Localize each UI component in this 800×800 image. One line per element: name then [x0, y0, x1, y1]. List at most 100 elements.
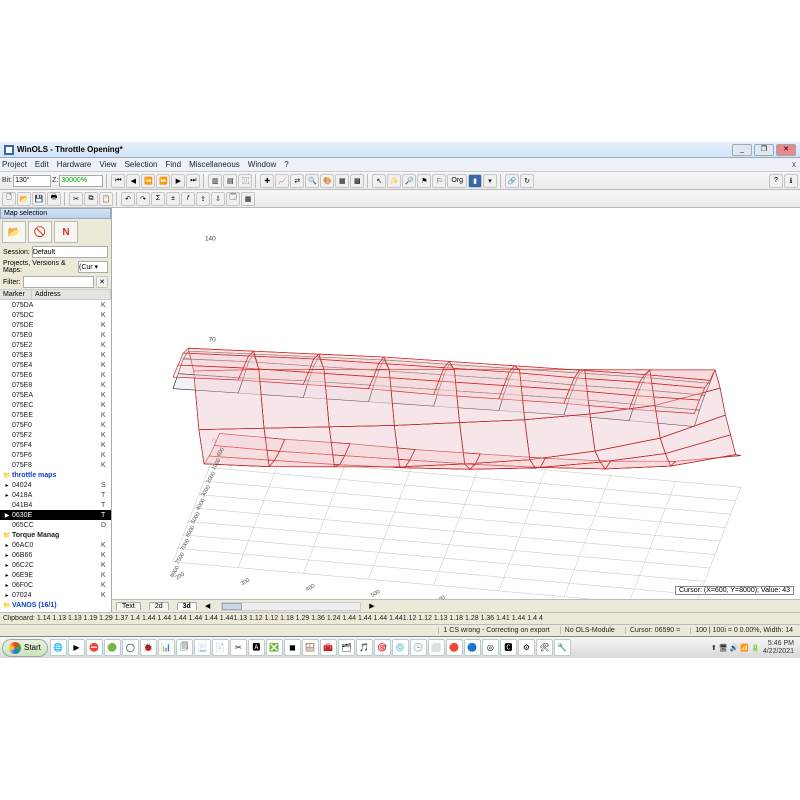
tree-item[interactable]: 075F8K [0, 460, 111, 470]
tree-item[interactable]: 075E0K [0, 330, 111, 340]
tree-item[interactable]: 075F0K [0, 420, 111, 430]
taskbar-app-icon[interactable]: ◯ [122, 639, 139, 656]
taskbar-app-icon[interactable]: 🌐 [50, 639, 67, 656]
tree-item[interactable]: 075F2K [0, 430, 111, 440]
taskbar-app-icon[interactable]: 📄 [212, 639, 229, 656]
taskbar-app-icon[interactable]: 🔧 [554, 639, 571, 656]
tree-item[interactable]: 075E2K [0, 340, 111, 350]
taskbar-app-icon[interactable]: 📃 [194, 639, 211, 656]
window-icon[interactable]: 🗔 [226, 192, 240, 206]
taskbar-app-icon[interactable]: 🟢 [104, 639, 121, 656]
diff-icon[interactable]: ± [166, 192, 180, 206]
menu-hardware[interactable]: Hardware [57, 160, 92, 169]
tile-icon[interactable]: ▦ [241, 192, 255, 206]
chart-3d[interactable]: 1407006001000200030004000500060007000750… [112, 208, 800, 599]
taskbar-app-icon[interactable]: ◼ [284, 639, 301, 656]
taskbar-app-icon[interactable]: 🎯 [374, 639, 391, 656]
tree-item[interactable]: 065CCD [0, 520, 111, 530]
session-field[interactable] [32, 246, 108, 258]
paste-icon[interactable]: 📋 [99, 192, 113, 206]
graph-icon[interactable]: 📈 [275, 174, 289, 188]
taskbar-app-icon[interactable]: ⛔ [86, 639, 103, 656]
taskbar-app-icon[interactable]: 🗐 [176, 639, 193, 656]
view-stack-icon[interactable]: ▤ [223, 174, 237, 188]
checksum-icon[interactable]: Σ [151, 192, 165, 206]
taskbar-app-icon[interactable]: 🅲 [500, 639, 517, 656]
menu-selection[interactable]: Selection [125, 160, 158, 169]
cut-icon[interactable]: ✂ [69, 192, 83, 206]
new-map-icon[interactable]: N [54, 221, 78, 243]
ban-icon[interactable]: 🚫 [28, 221, 52, 243]
tree-item[interactable]: 041B4T [0, 500, 111, 510]
taskbar-app-icon[interactable]: 💿 [392, 639, 409, 656]
col-marker[interactable]: Marker [0, 290, 32, 299]
tab-3d[interactable]: 3d [177, 602, 197, 610]
taskbar-app-icon[interactable]: 🔴 [446, 639, 463, 656]
tree-item[interactable]: ▸07024K [0, 590, 111, 600]
menu-view[interactable]: View [99, 160, 116, 169]
tree-item[interactable]: 075DAK [0, 300, 111, 310]
menu-find[interactable]: Find [166, 160, 182, 169]
menu-project[interactable]: Project [2, 160, 27, 169]
taskbar-app-icon[interactable]: ⚙ [518, 639, 535, 656]
flag-a-icon[interactable]: ⚑ [417, 174, 431, 188]
refresh-icon[interactable]: ↻ [520, 174, 534, 188]
save-icon[interactable]: 💾 [32, 192, 46, 206]
marker-icon[interactable]: ✚ [260, 174, 274, 188]
tray-icon[interactable]: 📶 [740, 644, 749, 652]
tree-item[interactable]: 075EAK [0, 390, 111, 400]
tree-item[interactable]: ▸06B66K [0, 550, 111, 560]
grid-icon[interactable]: ▩ [350, 174, 364, 188]
tray-icon[interactable]: 🖥 [719, 644, 728, 652]
zoom-in-icon[interactable]: 🔍 [305, 174, 319, 188]
tree-item[interactable]: ▸06F0CK [0, 580, 111, 590]
flag-b-icon[interactable]: ⚐ [432, 174, 446, 188]
map-tree[interactable]: 075DAK075DCK075DEK075E0K075E2K075E3K075E… [0, 300, 111, 612]
export-icon[interactable]: ⇪ [196, 192, 210, 206]
open-icon[interactable]: 📂 [17, 192, 31, 206]
nav-forward-icon[interactable]: ⏩ [156, 174, 170, 188]
tab-text[interactable]: Text [116, 602, 141, 610]
taskbar-app-icon[interactable]: ⬜ [428, 639, 445, 656]
taskbar-app-icon[interactable]: 📊 [158, 639, 175, 656]
tree-item[interactable]: 075ECK [0, 400, 111, 410]
taskbar-app-icon[interactable]: 🅰 [248, 639, 265, 656]
view-dual-icon[interactable]: ⿲ [238, 174, 252, 188]
panel-more-icon[interactable]: ▾ [483, 174, 497, 188]
compare-icon[interactable]: ⇄ [290, 174, 304, 188]
tab-scroll-right-icon[interactable]: ▶ [369, 602, 374, 610]
tree-item[interactable]: ▸06E9EK [0, 570, 111, 580]
open-project-icon[interactable]: 📂 [2, 221, 26, 243]
taskbar-app-icon[interactable]: 🕒 [410, 639, 427, 656]
view-split-icon[interactable]: ▥ [208, 174, 222, 188]
filter-field[interactable] [23, 276, 95, 288]
tree-item[interactable]: 📁VANOS (16/1) [0, 600, 111, 610]
panel-blue-icon[interactable]: ▮ [468, 174, 482, 188]
taskbar-app-icon[interactable]: 🐞 [140, 639, 157, 656]
col-address[interactable]: Address [32, 290, 111, 299]
tray-icon[interactable]: ⬆ [711, 644, 717, 652]
link-icon[interactable]: 🔗 [505, 174, 519, 188]
tree-item[interactable]: ▸06AC0K [0, 540, 111, 550]
tab-2d[interactable]: 2d [149, 602, 169, 610]
tree-item[interactable]: 075E4K [0, 360, 111, 370]
taskbar-app-icon[interactable]: ❎ [266, 639, 283, 656]
tray-icon[interactable]: 🔋 [751, 644, 760, 652]
tab-scroll-left-icon[interactable]: ◀ [205, 602, 210, 610]
redo-icon[interactable]: ↷ [136, 192, 150, 206]
palette-icon[interactable]: 🎨 [320, 174, 334, 188]
tree-item[interactable]: ▸04024S [0, 480, 111, 490]
undo-icon[interactable]: ↶ [121, 192, 135, 206]
menu-help[interactable]: ? [284, 160, 288, 169]
tree-item[interactable]: ▸0418AT [0, 490, 111, 500]
menu-misc[interactable]: Miscellaneous [189, 160, 240, 169]
tree-item[interactable]: 075E6K [0, 370, 111, 380]
tree-item[interactable]: 075F6K [0, 450, 111, 460]
tree-item[interactable]: ▶0630ET [0, 510, 111, 520]
maximize-button[interactable]: ❐ [754, 144, 774, 156]
nav-prev-icon[interactable]: ◀ [126, 174, 140, 188]
close-button[interactable]: ✕ [776, 144, 796, 156]
tree-item[interactable]: 075EEK [0, 410, 111, 420]
projects-selector[interactable] [78, 261, 108, 273]
tree-item[interactable]: 📁throttle maps [0, 470, 111, 480]
